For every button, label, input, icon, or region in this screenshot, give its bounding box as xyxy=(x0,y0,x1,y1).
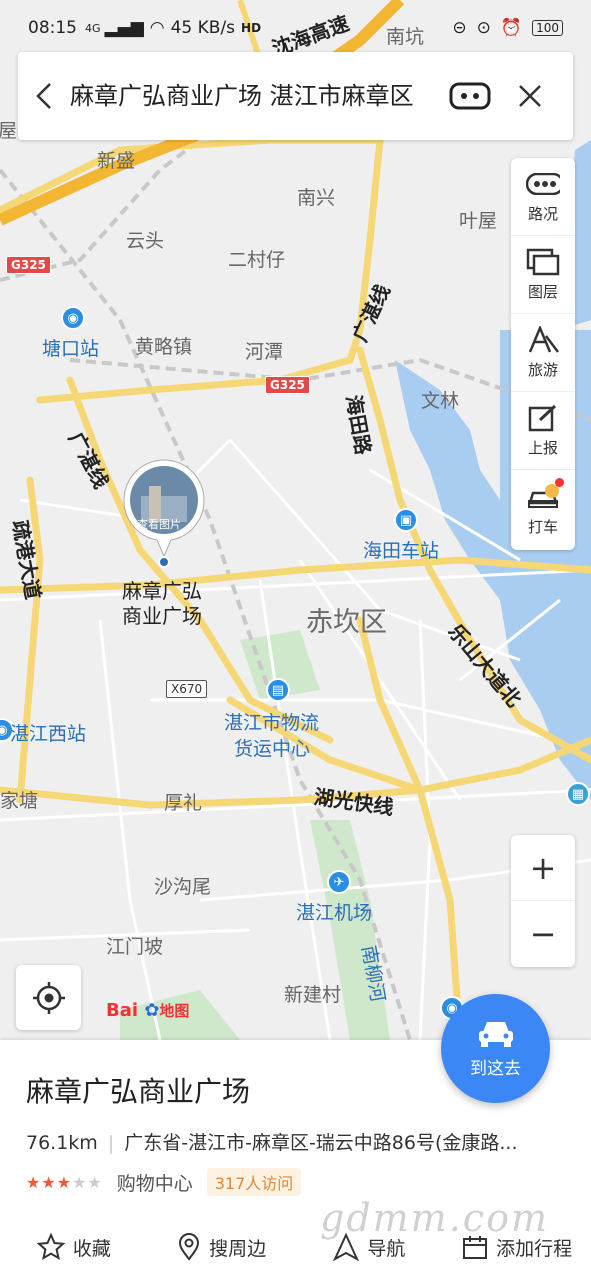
search-query[interactable]: 麻章广弘商业广场 湛江市麻章区 xyxy=(70,81,430,111)
network-speed: 45 KB/s xyxy=(170,18,236,38)
map-base xyxy=(0,0,591,1040)
zoom-control: + − xyxy=(511,835,575,967)
travel-icon xyxy=(526,325,560,355)
tool-label: 图层 xyxy=(527,283,558,301)
place-meta: ★★★★★ 购物中心 317人访问 xyxy=(26,1168,302,1196)
visit-count-badge: 317人访问 xyxy=(206,1168,302,1196)
taxi-button[interactable]: 打车 xyxy=(511,470,575,548)
voice-button[interactable] xyxy=(440,52,500,140)
location-icon: ⊙ xyxy=(476,18,491,38)
wifi-icon: ◠ xyxy=(149,18,165,38)
lock-icon: ⊝ xyxy=(452,18,467,38)
road-shield: X670 xyxy=(166,680,208,698)
logo-du: 地图 xyxy=(159,1002,190,1020)
tool-label: 路况 xyxy=(527,205,558,223)
go-here-button[interactable]: 到这去 xyxy=(441,994,550,1103)
layers-button[interactable]: 图层 xyxy=(511,236,575,314)
place-label: 黄略镇 xyxy=(135,336,193,358)
car-icon xyxy=(478,1022,513,1047)
tool-label: 旅游 xyxy=(527,361,558,379)
place-info: 76.1km | 广东省-湛江市-麻章区-瑞云中路86号(金康路... xyxy=(26,1128,571,1155)
road-shield: G325 xyxy=(265,376,310,394)
baidu-logo: Bai ✿地图 xyxy=(106,1000,189,1021)
go-here-label: 到这去 xyxy=(470,1059,521,1079)
road-shield: G325 xyxy=(6,256,51,274)
logo-bai: Bai xyxy=(106,1000,139,1021)
marker-name-line2: 商业广场 xyxy=(122,604,202,628)
place-label: 文林 xyxy=(421,390,460,412)
place-marker[interactable]: 查看图片 xyxy=(119,456,209,576)
locate-button[interactable] xyxy=(16,965,81,1030)
place-label: 江门坡 xyxy=(106,936,164,958)
alarm-icon: ⏰ xyxy=(500,18,523,38)
signal-icon: ▂▄▆ xyxy=(104,18,144,38)
battery-icon: 100 xyxy=(532,20,563,36)
view-photo-label: 查看图片 xyxy=(137,518,181,531)
bus-station-icon: ▣ xyxy=(394,508,418,532)
map-toolbar: 路况 图层 旅游 上报 打车 xyxy=(511,158,575,550)
station-label: 湛江西站 xyxy=(10,723,87,745)
place-label: 叶屋 xyxy=(459,210,498,232)
tool-label: 上报 xyxy=(527,439,558,457)
location-pin-icon xyxy=(179,1233,200,1261)
place-address: 广东省-湛江市-麻章区-瑞云中路86号(金康路... xyxy=(124,1132,518,1154)
star-outline-icon xyxy=(36,1233,65,1261)
place-label: 二村仔 xyxy=(228,249,286,271)
back-button[interactable] xyxy=(18,52,70,140)
search-bar[interactable]: 麻章广弘商业广场 湛江市麻章区 xyxy=(18,52,573,140)
building-icon: ▦ xyxy=(566,782,590,806)
report-button[interactable]: 上报 xyxy=(511,392,575,470)
rating-stars: ★★★★★ xyxy=(26,1172,103,1192)
watermark: gdmm.com xyxy=(320,1196,549,1240)
district-label: 赤坎区 xyxy=(306,607,387,638)
place-category: 购物中心 xyxy=(116,1172,193,1195)
place-label: 南兴 xyxy=(297,187,336,209)
back-arrow-icon xyxy=(36,83,51,109)
crosshair-icon xyxy=(32,981,65,1014)
traffic-icon xyxy=(526,169,560,199)
station-label: 海田车站 xyxy=(363,540,440,562)
place-label: 新盛 xyxy=(97,150,136,172)
close-button[interactable] xyxy=(500,52,560,140)
hd-icon: HD xyxy=(241,21,262,35)
travel-button[interactable]: 旅游 xyxy=(511,314,575,392)
paw-icon: ✿ xyxy=(144,1000,160,1021)
network-indicator: 4G xyxy=(85,21,101,35)
tool-label: 打车 xyxy=(527,517,558,536)
place-label: 河潭 xyxy=(245,341,284,363)
layers-icon xyxy=(526,247,560,277)
station-icon: ◉ xyxy=(61,306,85,330)
truck-icon: ▤ xyxy=(266,678,290,702)
place-label: 沙沟尾 xyxy=(154,876,212,898)
divider: | xyxy=(107,1132,115,1154)
report-icon xyxy=(526,403,560,433)
status-bar: 08:15 4G ▂▄▆ ◠ 45 KB/s HD ⊝ ⊙ ⏰ 100 xyxy=(0,0,591,56)
action-label: 收藏 xyxy=(72,1237,111,1260)
close-icon xyxy=(519,85,541,107)
place-label: 云头 xyxy=(126,230,165,252)
station-label: 湛江市物流 xyxy=(224,712,320,734)
map-view[interactable]: 新盛 南兴 叶屋 云头 二村仔 黄略镇 河潭 文林 赤坎区 厚礼 沙沟尾 江门坡… xyxy=(0,0,591,1040)
zoom-in-button[interactable]: + xyxy=(511,835,575,901)
airport-icon: ✈ xyxy=(327,870,351,894)
place-name: 麻章广弘商业广场 xyxy=(26,1075,251,1108)
search-nearby-button[interactable]: 搜周边 xyxy=(148,1222,296,1272)
taxi-icon xyxy=(526,477,564,512)
station-label: 湛江机场 xyxy=(296,902,373,924)
zoom-out-button[interactable]: − xyxy=(511,901,575,967)
action-label: 搜周边 xyxy=(209,1237,267,1260)
station-label: 货运中心 xyxy=(234,738,311,760)
status-time: 08:15 xyxy=(28,18,77,38)
place-label: 新建村 xyxy=(284,984,342,1006)
place-label: 家塘 xyxy=(0,790,39,812)
notification-dot xyxy=(555,477,564,487)
station-label: 塘口站 xyxy=(42,338,100,360)
place-label: 厚礼 xyxy=(164,792,203,814)
traffic-button[interactable]: 路况 xyxy=(511,158,575,236)
voice-assistant-icon xyxy=(449,82,491,110)
place-distance: 76.1km xyxy=(26,1132,98,1154)
favorite-button[interactable]: 收藏 xyxy=(0,1222,148,1272)
